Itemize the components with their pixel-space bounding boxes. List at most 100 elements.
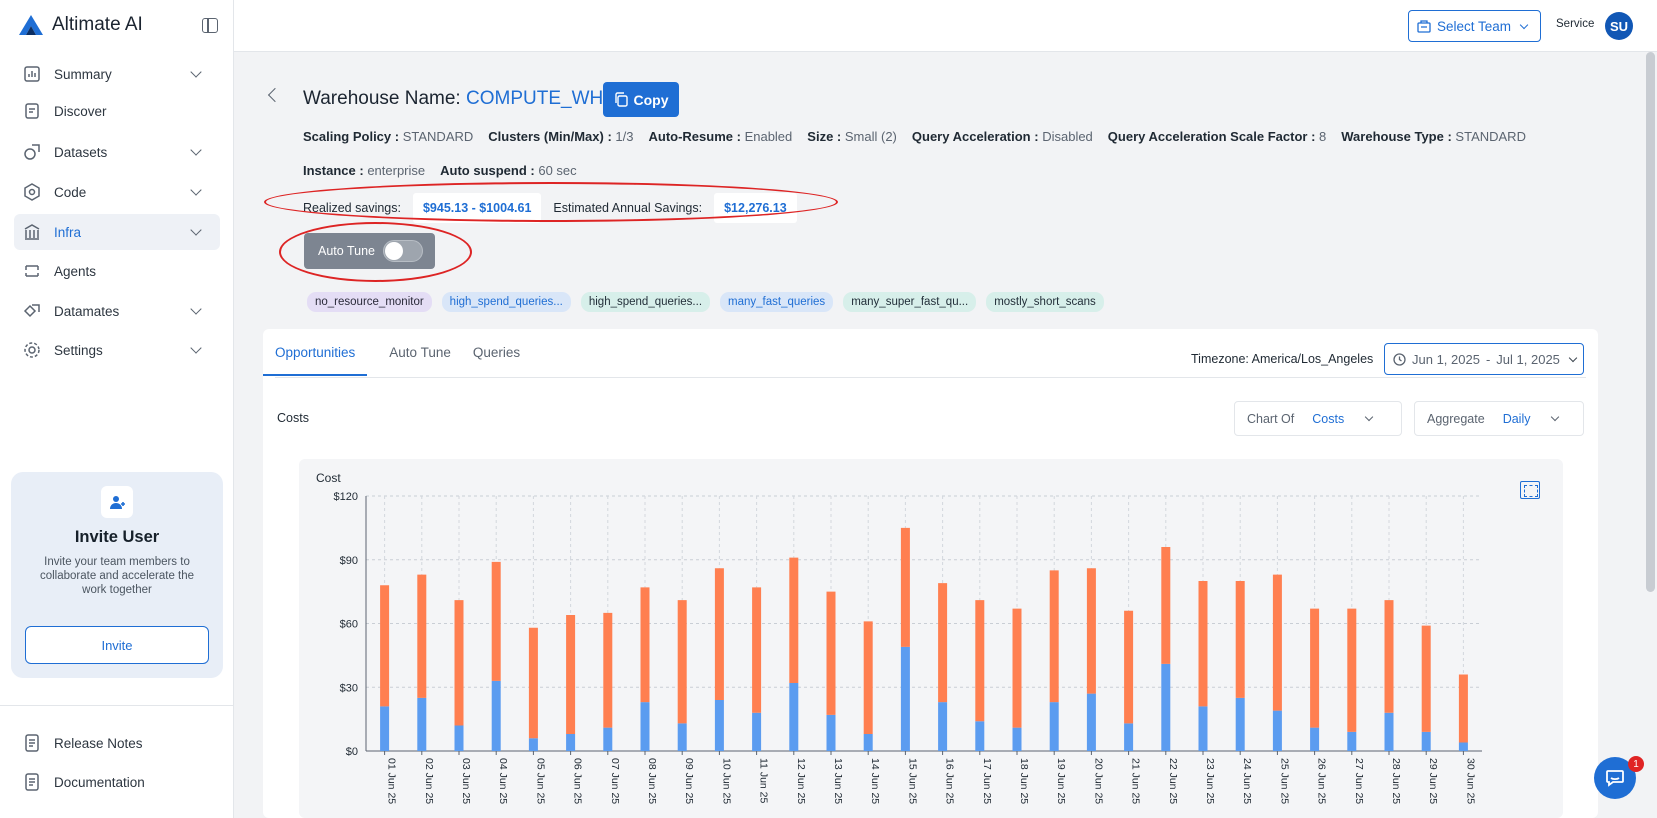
sidebar-item-datasets[interactable]: Datasets [14, 134, 220, 170]
select-team-label: Select Team [1437, 18, 1512, 34]
warehouse-meta-row-2: Instance : enterprise Auto suspend : 60 … [303, 163, 577, 178]
x-tick-label: 17 Jun 25 [981, 758, 993, 804]
bar-segment-top [826, 591, 836, 715]
bar-segment-top [863, 621, 873, 734]
aggregate-select[interactable]: Aggregate Daily [1414, 401, 1584, 436]
x-tick-label: 28 Jun 25 [1390, 758, 1402, 804]
discover-icon [22, 101, 42, 121]
sidebar-item-summary[interactable]: Summary [14, 56, 220, 92]
tag-list: no_resource_monitor high_spend_queries..… [307, 292, 1104, 312]
bar-segment-bottom [938, 702, 948, 751]
bar-segment-bottom [1235, 697, 1245, 751]
sidebar-item-infra[interactable]: Infra [14, 214, 220, 250]
select-team-dropdown[interactable]: Select Team [1408, 10, 1541, 42]
x-tick-label: 29 Jun 25 [1427, 758, 1439, 804]
sidebar-item-label: Agents [54, 263, 97, 279]
cost-chart-card: Cost $0 $30 $60 $90 $120 01 Jun 25 02 Jun 25 03 … [299, 459, 1563, 818]
chevron-down-icon [1364, 412, 1374, 422]
meta-warehouse-type: Warehouse Type : STANDARD [1341, 129, 1526, 144]
x-tick-label: 06 Jun 25 [572, 758, 584, 804]
y-tick-label: $120 [334, 491, 358, 503]
back-icon[interactable] [267, 87, 283, 103]
tag[interactable]: mostly_short_scans [986, 292, 1104, 312]
date-range-picker[interactable]: Jun 1, 2025 - Jul 1, 2025 [1384, 343, 1584, 375]
meta-query-acceleration: Query Acceleration : Disabled [911, 129, 1093, 144]
chevron-down-icon [190, 224, 202, 236]
tag[interactable]: many_fast_queries [720, 292, 834, 312]
x-tick-label: 24 Jun 25 [1241, 758, 1253, 804]
chat-icon [1606, 770, 1624, 787]
x-tick-label: 03 Jun 25 [460, 758, 472, 804]
bar-segment-top [1049, 570, 1059, 703]
chart-of-select[interactable]: Chart Of Costs [1234, 401, 1402, 436]
tag[interactable]: high_spend_queries... [441, 292, 571, 312]
chevron-down-icon [1551, 412, 1560, 422]
code-icon [22, 182, 42, 202]
bar-segment-top [1272, 574, 1282, 711]
sidebar-item-datamates[interactable]: Datamates [14, 293, 220, 329]
x-tick-label: 07 Jun 25 [609, 758, 621, 804]
meta-instance: Instance : enterprise [303, 163, 426, 178]
y-tick-label: $90 [340, 555, 358, 567]
bar-segment-bottom [789, 683, 799, 751]
bar-segment-bottom [566, 734, 576, 751]
sidebar-item-label: Datamates [54, 303, 120, 319]
sidebar-collapse-icon[interactable] [202, 18, 218, 33]
chevron-down-icon [190, 144, 202, 156]
x-tick-label: 11 Jun 25 [758, 758, 770, 804]
tab-bar: Opportunities Auto Tune Queries [263, 345, 520, 376]
release-notes-link[interactable]: Release Notes [14, 726, 220, 760]
sidebar-item-label: Settings [54, 342, 103, 358]
sidebar-item-code[interactable]: Code [14, 174, 220, 210]
bar-segment-bottom [1272, 710, 1282, 751]
page-scrollbar[interactable] [1646, 52, 1655, 592]
bar-segment-bottom [528, 738, 538, 751]
datamates-icon [22, 301, 42, 321]
bar-segment-bottom [417, 697, 427, 751]
bar-segment-top [454, 600, 464, 726]
document-icon [22, 733, 42, 753]
date-from: Jun 1, 2025 [1412, 351, 1480, 367]
sidebar-item-label: Datasets [54, 144, 108, 160]
bar-segment-top [1198, 581, 1208, 707]
x-tick-label: 01 Jun 25 [386, 758, 398, 804]
invite-button[interactable]: Invite [25, 626, 209, 664]
tab-opportunities[interactable]: Opportunities [263, 345, 368, 376]
tab-auto-tune[interactable]: Auto Tune [389, 345, 451, 376]
bar-segment-bottom [1198, 706, 1208, 751]
tag[interactable]: high_spend_queries... [580, 292, 711, 312]
sidebar-item-agents[interactable]: Agents [14, 253, 220, 289]
brand[interactable]: Altimate AI [18, 14, 143, 36]
aggregate-value: Daily [1502, 411, 1531, 426]
bar-segment-top [1012, 608, 1022, 728]
summary-icon [22, 64, 42, 84]
bar-segment-top [603, 612, 613, 728]
expand-icon[interactable] [1520, 481, 1540, 499]
documentation-link[interactable]: Documentation [14, 765, 220, 799]
bar-segment-top [1161, 547, 1171, 664]
sidebar-item-label: Discover [54, 103, 107, 119]
x-tick-label: 26 Jun 25 [1316, 758, 1328, 804]
sidebar-item-label: Infra [54, 224, 82, 240]
costs-section-label: Costs [277, 411, 309, 425]
bar-segment-top [900, 527, 910, 647]
agents-icon [22, 261, 42, 281]
tag[interactable]: many_super_fast_qu... [843, 292, 977, 312]
bar-segment-top [938, 583, 948, 703]
chart-of-label: Chart Of [1247, 411, 1295, 426]
copy-button[interactable]: Copy [603, 82, 679, 117]
tab-queries[interactable]: Queries [473, 345, 520, 376]
meta-auto-suspend: Auto suspend : 60 sec [440, 163, 577, 178]
tag[interactable]: no_resource_monitor [307, 292, 432, 312]
chevron-down-icon [190, 184, 202, 196]
x-tick-label: 18 Jun 25 [1018, 758, 1030, 804]
bar-segment-top [677, 600, 687, 724]
sidebar-item-settings[interactable]: Settings [14, 332, 220, 368]
avatar[interactable]: SU [1605, 12, 1633, 40]
invite-card: Invite User Invite your team members to … [11, 472, 223, 678]
x-tick-label: 14 Jun 25 [869, 758, 881, 804]
savings-highlight-ring [264, 182, 838, 222]
sidebar-item-discover[interactable]: Discover [14, 93, 220, 129]
warehouse-meta-row-1: Scaling Policy : STANDARD Clusters (Min/… [303, 129, 1526, 144]
invite-text: Invite your team members to collaborate … [39, 556, 195, 596]
